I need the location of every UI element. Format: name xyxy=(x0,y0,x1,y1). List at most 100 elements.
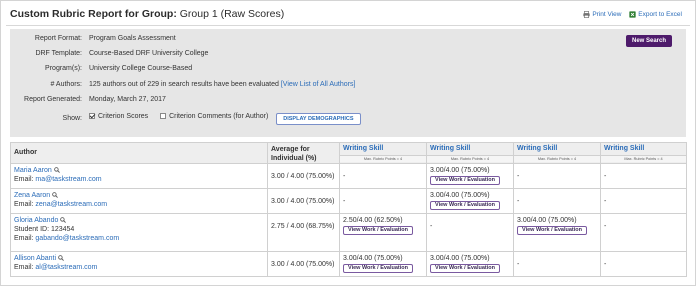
email-label: Email: xyxy=(14,235,36,242)
score-empty: - xyxy=(604,198,607,205)
report-format-row: Report Format: Program Goals Assessment xyxy=(10,35,686,47)
skill-column-header: Writing Skill Max. Rubric Points = 4 xyxy=(600,142,687,164)
email-link[interactable]: ma@taskstream.com xyxy=(35,176,101,183)
writing-skill-link[interactable]: Writing Skill xyxy=(340,143,426,155)
average-value: 3.00 / 4.00 (75.00%) xyxy=(271,173,335,180)
writing-skill-link[interactable]: Writing Skill xyxy=(601,143,686,155)
authors-label: # Authors: xyxy=(50,81,82,88)
magnifier-icon[interactable] xyxy=(60,217,67,223)
author-name-link[interactable]: Maria Aaron xyxy=(14,167,52,174)
average-column-header: Average for Individual (%) xyxy=(267,142,340,164)
score-cell: 3.00/4.00 (75.00%) View Work / Evaluation xyxy=(426,188,514,214)
report-generated-label: Report Generated: xyxy=(24,96,82,103)
print-view-label: Print View xyxy=(592,11,622,18)
score-cell: - xyxy=(600,188,687,214)
score-cell: - xyxy=(339,188,427,214)
page-title: Custom Rubric Report for Group: Group 1 … xyxy=(10,8,284,20)
score-empty: - xyxy=(517,261,520,268)
skill-column-header: Writing Skill Max. Rubric Points = 4 xyxy=(426,142,514,164)
score-empty: - xyxy=(343,198,346,205)
score-empty: - xyxy=(604,173,607,180)
authors-row: # Authors: 125 authors out of 229 in sea… xyxy=(10,81,686,93)
table-body: Maria Aaron Email: ma@taskstream.com 3.00 … xyxy=(10,163,687,277)
view-work-evaluation-button[interactable]: View Work / Evaluation xyxy=(430,201,501,210)
writing-skill-link[interactable]: Writing Skill xyxy=(514,143,600,155)
score-cell: - xyxy=(513,188,601,214)
score-cell: - xyxy=(513,163,601,189)
average-value: 2.75 / 4.00 (68.75%) xyxy=(271,223,335,230)
average-cell: 3.00 / 4.00 (75.00%) xyxy=(267,163,340,189)
magnifier-icon[interactable] xyxy=(53,167,60,173)
page-title-bold: Custom Rubric Report for Group: xyxy=(10,8,177,20)
average-cell: 3.00 / 4.00 (75.00%) xyxy=(267,251,340,277)
drf-template-label: DRF Template: xyxy=(35,50,82,57)
show-options: Criterion Scores Criterion Comments (for… xyxy=(89,113,361,125)
criterion-comments-checkbox[interactable] xyxy=(160,113,167,119)
score-empty: - xyxy=(343,173,346,180)
email-label: Email: xyxy=(14,201,36,208)
criterion-scores-checkbox[interactable] xyxy=(89,113,95,119)
author-name-link[interactable]: Allison Abanti xyxy=(14,255,56,262)
score-value: 3.00/4.00 (75.00%) xyxy=(517,217,577,224)
print-view-link[interactable]: Print View xyxy=(583,11,621,18)
table-row: Maria Aaron Email: ma@taskstream.com 3.00 … xyxy=(10,163,687,189)
email-link[interactable]: gabando@taskstream.com xyxy=(35,235,119,242)
drf-template-row: DRF Template: Course-Based DRF Universit… xyxy=(10,50,686,62)
average-cell: 3.00 / 4.00 (75.00%) xyxy=(267,188,340,214)
author-name-link[interactable]: Zena Aaron xyxy=(14,192,50,199)
view-work-evaluation-button[interactable]: View Work / Evaluation xyxy=(517,226,588,235)
export-excel-label: Export to Excel xyxy=(638,11,682,18)
programs-value: University College Course-Based xyxy=(89,65,193,72)
score-cell: 2.50/4.00 (62.50%) View Work / Evaluation xyxy=(339,213,427,252)
author-column-header: Author xyxy=(10,142,268,164)
skill-column-header: Writing Skill Max. Rubric Points = 4 xyxy=(339,142,427,164)
view-work-evaluation-button[interactable]: View Work / Evaluation xyxy=(343,226,414,235)
programs-row: Program(s): University College Course-Ba… xyxy=(10,65,686,77)
show-label: Show: xyxy=(62,115,82,122)
report-generated-row: Report Generated: Monday, March 27, 2017 xyxy=(10,96,686,108)
view-all-authors-link[interactable]: [View List of All Authors] xyxy=(281,81,356,88)
excel-icon xyxy=(629,11,636,18)
view-work-evaluation-button[interactable]: View Work / Evaluation xyxy=(430,264,501,273)
report-generated-value: Monday, March 27, 2017 xyxy=(89,96,166,103)
score-empty: - xyxy=(517,173,520,180)
average-value: 3.00 / 4.00 (75.00%) xyxy=(271,261,335,268)
email-link[interactable]: al@taskstream.com xyxy=(35,264,97,271)
table-header-row: Author Average for Individual (%) Writin… xyxy=(10,142,687,164)
display-demographics-button[interactable]: DISPLAY DEMOGRAPHICS xyxy=(276,113,361,125)
view-work-evaluation-button[interactable]: View Work / Evaluation xyxy=(343,264,414,273)
authors-count-text: 125 authors out of 229 in search results… xyxy=(89,81,281,88)
magnifier-icon[interactable] xyxy=(58,255,64,261)
report-criteria-panel: Report Format: Program Goals Assessment … xyxy=(10,29,686,137)
title-bar: Custom Rubric Report for Group: Group 1 … xyxy=(6,8,690,26)
max-rubric-points: Max. Rubric Points = 4 xyxy=(427,155,513,162)
author-cell: Allison Abanti Email: al@taskstream.com xyxy=(10,251,268,277)
score-cell: - xyxy=(600,163,687,189)
average-cell: 2.75 / 4.00 (68.75%) xyxy=(267,213,340,252)
top-links: Print View Export to Excel xyxy=(577,11,682,20)
new-search-button[interactable]: New Search xyxy=(626,35,672,47)
skill-column-header: Writing Skill Max. Rubric Points = 4 xyxy=(513,142,601,164)
average-value: 3.00 / 4.00 (75.00%) xyxy=(271,198,335,205)
table-row: Allison Abanti Email: al@taskstream.com 3.… xyxy=(10,251,687,277)
max-rubric-points: Max. Rubric Points = 4 xyxy=(340,155,426,162)
view-work-evaluation-button[interactable]: View Work / Evaluation xyxy=(430,176,501,185)
printer-icon xyxy=(583,11,590,18)
report-format-value: Program Goals Assessment xyxy=(89,35,176,42)
writing-skill-link[interactable]: Writing Skill xyxy=(427,143,513,155)
programs-label: Program(s): xyxy=(45,65,82,72)
author-name-link[interactable]: Gloria Abando xyxy=(14,217,58,224)
drf-template-value: Course-Based DRF University College xyxy=(89,50,209,57)
author-cell: Maria Aaron Email: ma@taskstream.com xyxy=(10,163,268,189)
score-value: 3.00/4.00 (75.00%) xyxy=(430,192,490,199)
email-link[interactable]: zena@taskstream.com xyxy=(35,201,107,208)
export-excel-link[interactable]: Export to Excel xyxy=(629,11,682,18)
title-divider xyxy=(6,25,690,26)
email-label: Email: xyxy=(14,264,36,271)
score-cell: - xyxy=(513,251,601,277)
score-empty: - xyxy=(604,261,607,268)
score-cell: - xyxy=(426,213,514,252)
email-label: Email: xyxy=(14,176,36,183)
magnifier-icon[interactable] xyxy=(52,192,59,198)
score-empty: - xyxy=(430,223,433,230)
